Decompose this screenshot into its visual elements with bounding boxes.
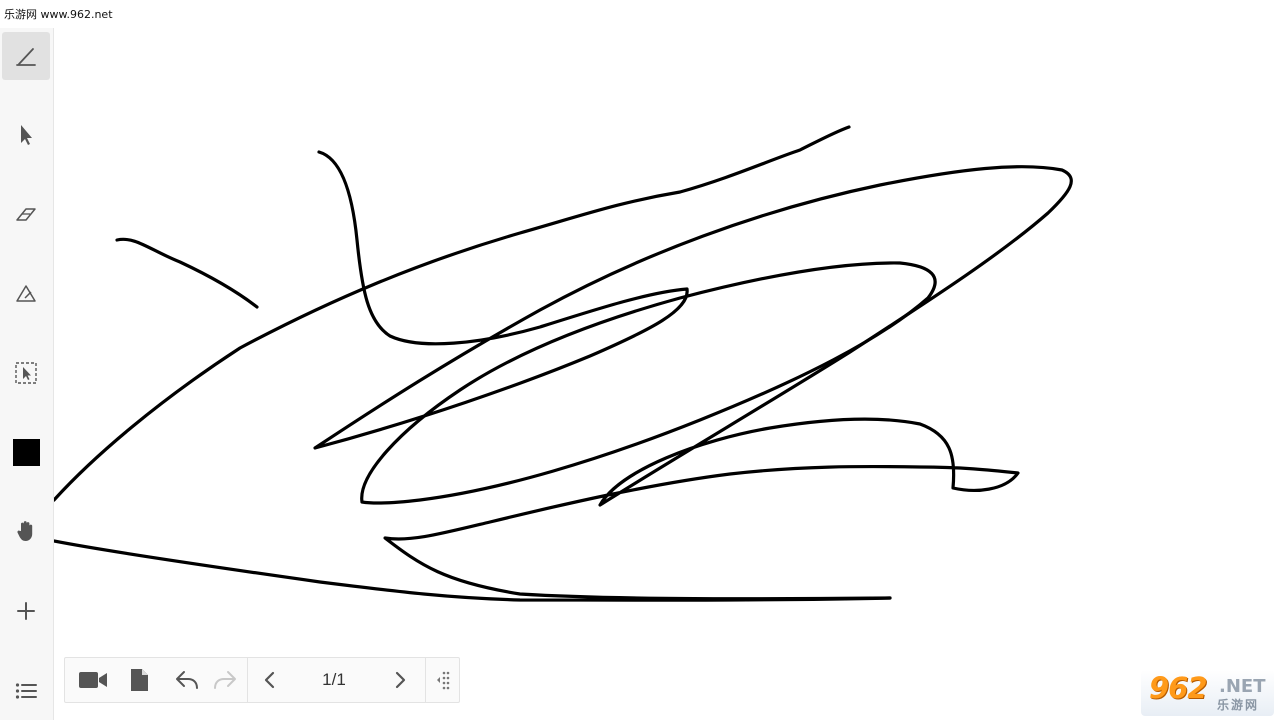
site-watermark: 乐游网 www.962.net <box>4 8 113 21</box>
toolbar-drag-handle[interactable] <box>427 658 459 702</box>
toolbar-divider <box>425 658 426 702</box>
shape-tool-button[interactable] <box>2 270 50 318</box>
logo-chinese: 乐游网 <box>1217 698 1260 712</box>
document-button[interactable] <box>121 658 157 702</box>
hand-icon <box>17 521 33 541</box>
undo-button[interactable] <box>169 658 205 702</box>
plus-icon <box>17 602 35 620</box>
cursor-icon <box>21 125 32 145</box>
ink-stroke-1 <box>115 237 259 309</box>
prev-page-icon <box>264 671 275 689</box>
hand-tool-button[interactable] <box>2 507 50 555</box>
pen-tool-button[interactable] <box>2 32 50 80</box>
area-select-icon <box>15 362 37 384</box>
shape-icon <box>16 285 36 302</box>
title-bar: 乐游网 www.962.net <box>0 0 1280 28</box>
redo-button[interactable] <box>207 658 243 702</box>
tool-sidebar <box>0 28 54 720</box>
ink-stroke-2 <box>313 150 1073 601</box>
toolbar-divider <box>247 658 248 702</box>
site-logo: 962 .NET 乐游网 <box>1141 670 1274 716</box>
logo-suffix: .NET <box>1219 676 1266 697</box>
select-tool-button[interactable] <box>2 111 50 159</box>
pen-icon <box>16 48 36 66</box>
list-icon <box>15 683 37 699</box>
eraser-icon <box>16 208 36 221</box>
area-select-tool-button[interactable] <box>2 349 50 397</box>
next-page-button[interactable] <box>383 658 417 702</box>
eraser-tool-button[interactable] <box>2 190 50 238</box>
ink-stroke-4 <box>54 539 892 602</box>
add-page-button[interactable] <box>2 587 50 635</box>
video-icon <box>79 672 107 688</box>
page-indicator: 1/1 <box>322 670 346 689</box>
drag-handle-icon <box>437 671 450 690</box>
ink-drawing <box>54 125 1073 602</box>
document-icon <box>131 669 148 691</box>
undo-icon <box>176 671 198 689</box>
bottom-toolbar: 1/1 <box>64 657 460 703</box>
next-page-icon <box>395 671 406 689</box>
logo-number: 962 <box>1149 671 1208 705</box>
drawing-canvas[interactable] <box>54 28 1280 720</box>
redo-icon <box>214 671 236 689</box>
record-video-button[interactable] <box>73 658 113 702</box>
color-picker-button[interactable] <box>2 428 50 476</box>
ink-stroke-3 <box>54 125 851 502</box>
color-swatch <box>12 438 40 466</box>
menu-list-button[interactable] <box>2 667 50 715</box>
prev-page-button[interactable] <box>253 658 287 702</box>
